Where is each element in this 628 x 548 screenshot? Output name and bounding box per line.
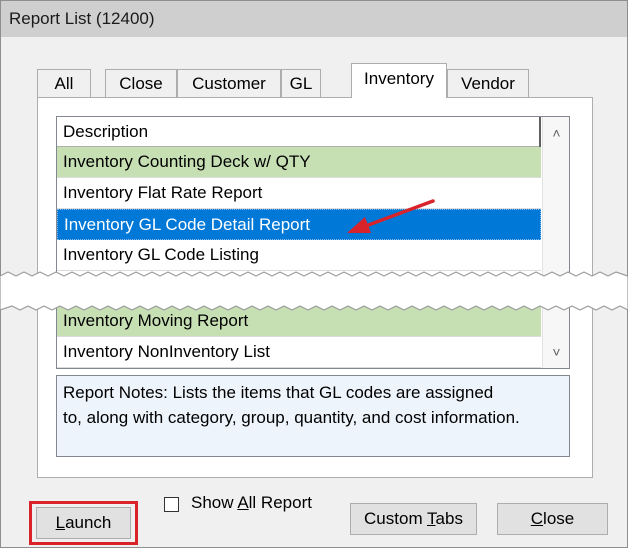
mnemonic: C — [530, 509, 544, 528]
tab-inventory[interactable]: Inventory — [351, 63, 447, 98]
tab-label: Close — [119, 74, 163, 93]
report-notes: Report Notes: Lists the items that GL co… — [56, 375, 570, 457]
tab-label: All — [54, 74, 74, 93]
tab-close[interactable]: Close — [105, 69, 177, 97]
column-divider[interactable] — [539, 117, 541, 147]
description-column-header[interactable]: Description — [57, 117, 541, 147]
button-label: lose — [543, 509, 575, 528]
tab-label: Inventory — [364, 69, 434, 88]
launch-button[interactable]: Launch — [36, 507, 131, 539]
vertical-scrollbar[interactable]: ˄ ˅ — [542, 117, 569, 368]
list-item[interactable]: Inventory GL Code Listing — [57, 240, 541, 271]
annotation-arrow-icon — [347, 199, 435, 233]
report-list[interactable]: Description Inventory Counting Deck w/ Q… — [56, 116, 570, 369]
tab-all[interactable]: All — [37, 69, 91, 97]
tab-label: GL — [289, 74, 313, 93]
custom-tabs-button[interactable]: Custom Tabs — [350, 503, 477, 535]
tab-label: Vendor — [461, 74, 515, 93]
report-notes-line: to, along with category, group, quantity… — [63, 408, 520, 427]
tab-customer[interactable]: Customer — [177, 69, 281, 97]
mnemonic: L — [55, 513, 66, 532]
label-part: Show — [191, 493, 238, 512]
list-item[interactable]: Inventory Counting Deck w/ QTY — [57, 147, 541, 178]
show-all-report-label[interactable]: Show All Report — [191, 493, 312, 513]
label-part: ll Report — [248, 493, 312, 512]
chevron-up-icon[interactable]: ˄ — [543, 123, 569, 143]
list-item-selected[interactable]: Inventory GL Code Detail Report — [57, 209, 541, 240]
button-label: Custom — [364, 509, 428, 528]
report-notes-line: Report Notes: Lists the items that GL co… — [63, 383, 494, 402]
screenshot-tear-divider — [0, 271, 628, 311]
tab-vendor[interactable]: Vendor — [447, 69, 529, 97]
window-title: Report List (12400) — [1, 1, 627, 37]
show-all-report-checkbox[interactable] — [164, 497, 179, 512]
button-label: abs — [435, 509, 463, 528]
list-item[interactable]: Inventory Flat Rate Report — [57, 178, 541, 209]
mnemonic: T — [427, 509, 436, 528]
chevron-down-icon[interactable]: ˅ — [543, 342, 569, 362]
mnemonic: A — [237, 493, 249, 512]
close-button[interactable]: Close — [497, 503, 608, 535]
list-item[interactable]: Inventory NonInventory List — [57, 337, 541, 368]
button-label: aunch — [65, 513, 112, 532]
tab-gl[interactable]: GL — [281, 69, 321, 97]
tab-label: Customer — [192, 74, 266, 93]
